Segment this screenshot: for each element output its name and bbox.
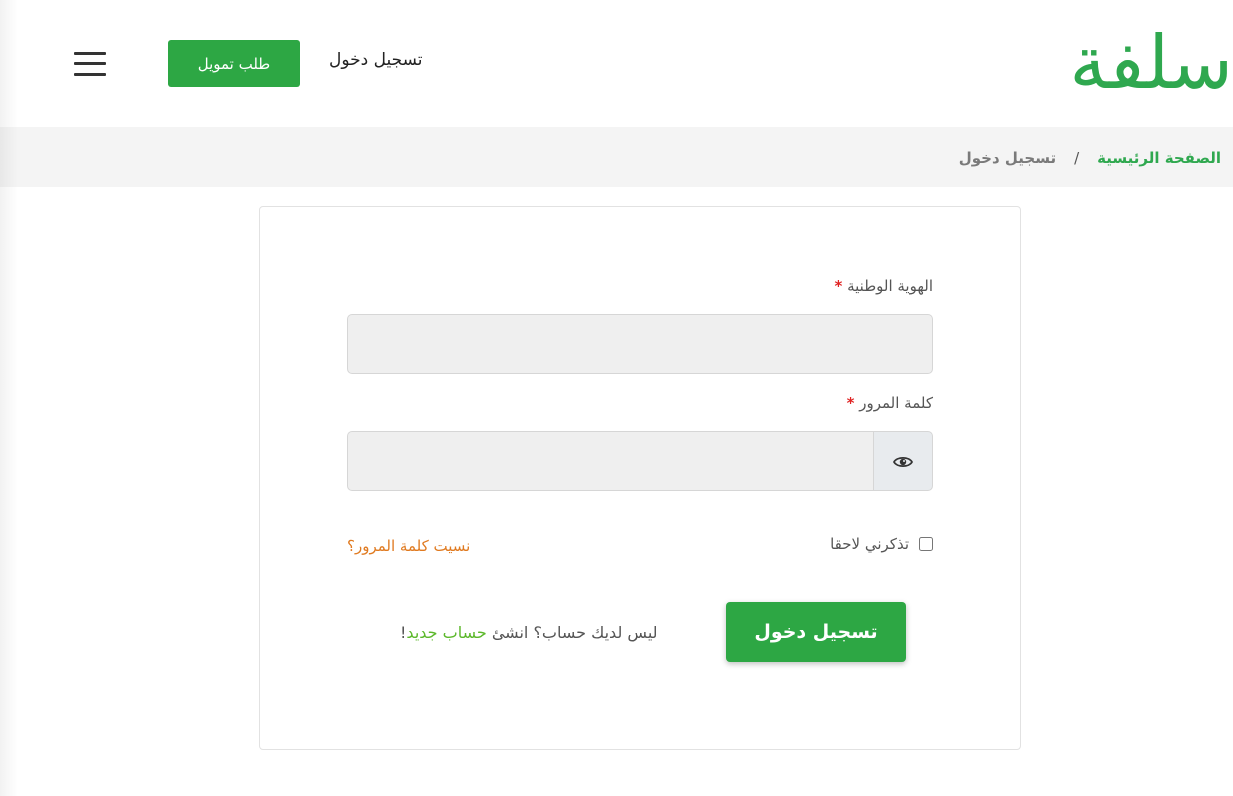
login-submit-button[interactable]: تسجيل دخول (726, 602, 906, 662)
password-input-group (347, 431, 933, 491)
menu-bar (74, 73, 106, 76)
password-input[interactable] (347, 431, 874, 491)
password-label: كلمة المرور * (847, 394, 933, 412)
signup-link[interactable]: حساب جديد (406, 623, 486, 642)
show-password-toggle[interactable] (873, 431, 933, 491)
page: سلفة تسجيل دخول طلب تمويل الصفحة الرئيسي… (0, 0, 1233, 796)
forgot-password-link[interactable]: نسيت كلمة المرور؟ (347, 537, 470, 555)
required-marker: * (846, 394, 855, 412)
signup-prefix: ليس لديك حساب؟ انشئ (491, 623, 658, 642)
request-finance-button[interactable]: طلب تمويل (168, 40, 300, 87)
breadcrumb-bar: الصفحة الرئيسية / تسجيل دخول (0, 127, 1233, 187)
required-marker: * (834, 277, 843, 295)
national-id-input[interactable] (347, 314, 933, 374)
login-card: الهوية الوطنية * كلمة المرور * تذكرني لا… (259, 206, 1021, 750)
breadcrumb-current: تسجيل دخول (958, 149, 1057, 167)
remember-me-label: تذكرني لاحقا (830, 535, 909, 553)
menu-bar (74, 62, 106, 65)
signup-prompt: ليس لديك حساب؟ انشئ حساب جديد! (400, 623, 658, 642)
breadcrumb-separator: / (1074, 149, 1080, 167)
breadcrumb-home-link[interactable]: الصفحة الرئيسية (1097, 149, 1221, 167)
eye-icon (893, 456, 913, 468)
remember-me-checkbox[interactable] (919, 537, 933, 551)
site-logo[interactable]: سلفة (1069, 18, 1233, 108)
national-id-label-text: الهوية الوطنية (847, 277, 933, 295)
breadcrumb: الصفحة الرئيسية / تسجيل دخول (959, 149, 1221, 167)
remember-me[interactable]: تذكرني لاحقا (830, 535, 933, 553)
hamburger-menu-icon[interactable] (74, 52, 106, 76)
password-label-text: كلمة المرور (859, 394, 933, 412)
menu-bar (74, 52, 106, 55)
national-id-label: الهوية الوطنية * (834, 277, 933, 295)
nav-login-link[interactable]: تسجيل دخول (329, 50, 423, 70)
site-header: سلفة تسجيل دخول طلب تمويل (0, 0, 1233, 127)
